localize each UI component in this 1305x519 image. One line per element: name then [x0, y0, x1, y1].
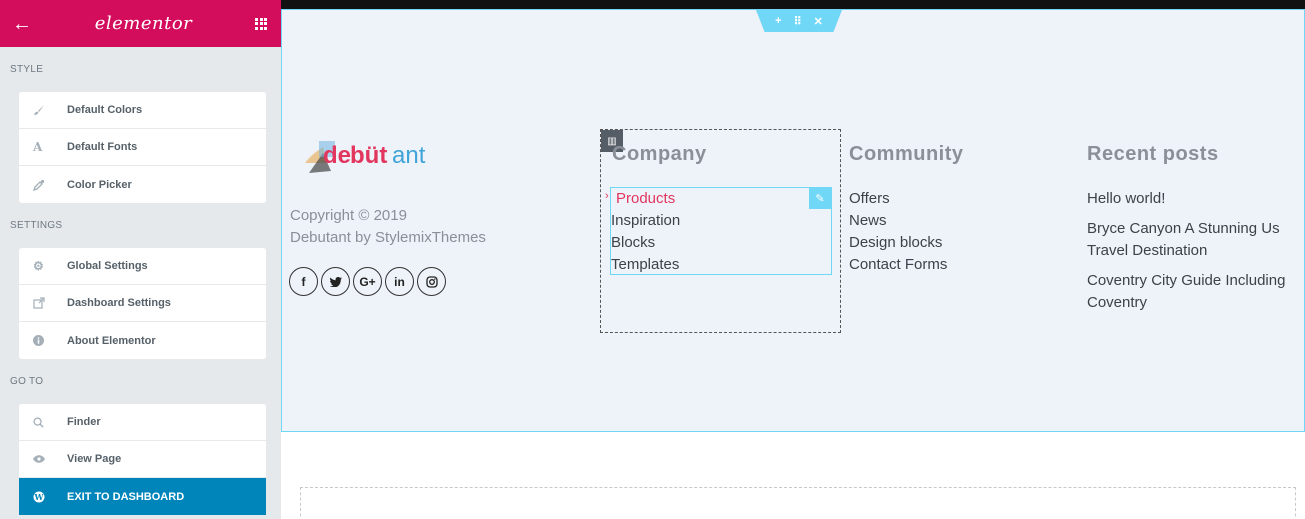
copyright-line: Copyright © 2019: [290, 207, 407, 224]
preview-canvas: + ⠿ ✕ de büt ant Copyright © 2019 Debuta…: [281, 0, 1305, 519]
footer-link-templates[interactable]: Templates: [611, 254, 680, 276]
copyright-company: Debutant by StylemixThemes: [290, 229, 486, 246]
svg-text:ant: ant: [392, 142, 426, 169]
footer-link-news[interactable]: News: [849, 210, 947, 232]
menu-item-label: Finder: [67, 416, 101, 428]
footer-link-inspiration[interactable]: Inspiration: [611, 210, 680, 232]
elementor-logo: elementor: [94, 13, 193, 34]
site-logo: de büt ant: [301, 133, 441, 183]
menu-item-finder[interactable]: Finder: [19, 404, 266, 441]
chevron-right-icon: ›: [605, 190, 609, 202]
svg-text:de: de: [323, 142, 351, 169]
delete-section-icon[interactable]: ✕: [814, 15, 823, 28]
company-heading: Company: [612, 143, 707, 165]
copyright-text: Copyright © 2019 Debutant by StylemixThe…: [290, 205, 486, 249]
add-new-section-dropzone[interactable]: [300, 487, 1296, 519]
eyedropper-icon: [33, 179, 67, 191]
goto-menu: Finder View Page W EXIT TO DASHBOARD: [19, 404, 266, 515]
search-icon: [33, 416, 67, 428]
editor-sidebar: ← elementor STYLE Default Colors A Defau…: [0, 0, 281, 519]
edit-widget-icon[interactable]: ✎: [809, 187, 831, 209]
external-link-icon: [33, 297, 67, 309]
menu-item-label: Default Colors: [67, 104, 143, 116]
menu-item-label: About Elementor: [67, 334, 156, 347]
community-links: Offers News Design blocks Contact Forms: [849, 188, 947, 276]
svg-text:büt: büt: [350, 142, 387, 169]
svg-text:W: W: [34, 491, 45, 501]
section-title-settings: SETTINGS: [10, 220, 63, 231]
font-icon: A: [33, 140, 43, 154]
recent-post-link[interactable]: Bryce Canyon A Stunning Us Travel Destin…: [1087, 218, 1287, 262]
add-section-icon[interactable]: +: [775, 15, 781, 27]
menu-item-view-page[interactable]: View Page: [19, 441, 266, 478]
menu-item-default-colors[interactable]: Default Colors: [19, 92, 266, 129]
google-plus-icon[interactable]: G+: [353, 267, 382, 296]
linkedin-icon[interactable]: in: [385, 267, 414, 296]
settings-menu: ⚙ Global Settings Dashboard Settings Abo…: [19, 248, 266, 359]
community-heading: Community: [849, 143, 964, 165]
social-icons: f G+ in: [289, 267, 446, 296]
style-menu: Default Colors A Default Fonts Color Pic…: [19, 92, 266, 203]
recent-posts-heading: Recent posts: [1087, 143, 1219, 165]
footer-link-products[interactable]: Products: [611, 188, 680, 210]
top-admin-bar: [281, 0, 1305, 9]
menu-item-color-picker[interactable]: Color Picker: [19, 166, 266, 203]
instagram-icon[interactable]: [417, 267, 446, 296]
recent-post-link[interactable]: Coventry City Guide Including Coventry: [1087, 270, 1305, 314]
footer-link-blocks[interactable]: Blocks: [611, 232, 680, 254]
section-title-goto: GO TO: [10, 376, 44, 387]
footer-link-contact-forms[interactable]: Contact Forms: [849, 254, 947, 276]
company-links: Products Inspiration Blocks Templates: [611, 188, 680, 276]
drag-handle-icon[interactable]: ⠿: [794, 15, 802, 28]
menu-item-label: Dashboard Settings: [67, 297, 171, 309]
brush-icon: [33, 104, 67, 116]
menu-item-default-fonts[interactable]: A Default Fonts: [19, 129, 266, 166]
section-title-style: STYLE: [10, 64, 44, 75]
back-arrow-icon[interactable]: ←: [12, 14, 32, 34]
info-icon: [33, 335, 67, 346]
menu-item-dashboard-settings[interactable]: Dashboard Settings: [19, 285, 266, 322]
menu-item-global-settings[interactable]: ⚙ Global Settings: [19, 248, 266, 285]
menu-item-label: Default Fonts: [67, 141, 138, 153]
footer-link-offers[interactable]: Offers: [849, 188, 947, 210]
wordpress-icon: W: [33, 491, 67, 503]
menu-item-label: View Page: [67, 453, 122, 465]
elementor-editor: ← elementor STYLE Default Colors A Defau…: [0, 0, 1305, 519]
cogs-icon: ⚙: [33, 259, 44, 273]
recent-post-link[interactable]: Hello world!: [1087, 188, 1305, 210]
menu-item-about-elementor[interactable]: About Elementor: [19, 322, 266, 359]
menu-item-label: EXIT TO DASHBOARD: [67, 490, 185, 503]
twitter-icon[interactable]: [321, 267, 350, 296]
menu-item-label: Global Settings: [67, 260, 148, 272]
exit-to-dashboard-button[interactable]: W EXIT TO DASHBOARD: [19, 478, 266, 515]
footer-link-design-blocks[interactable]: Design blocks: [849, 232, 947, 254]
recent-posts-list: Hello world! Bryce Canyon A Stunning Us …: [1087, 188, 1305, 322]
facebook-icon[interactable]: f: [289, 267, 318, 296]
footer-section[interactable]: + ⠿ ✕ de büt ant Copyright © 2019 Debuta…: [281, 9, 1305, 432]
section-handle[interactable]: + ⠿ ✕: [756, 10, 842, 32]
eye-icon: [33, 454, 67, 464]
sidebar-header: ← elementor: [0, 0, 281, 47]
apps-grid-icon[interactable]: [255, 17, 267, 30]
menu-item-label: Color Picker: [67, 178, 132, 191]
